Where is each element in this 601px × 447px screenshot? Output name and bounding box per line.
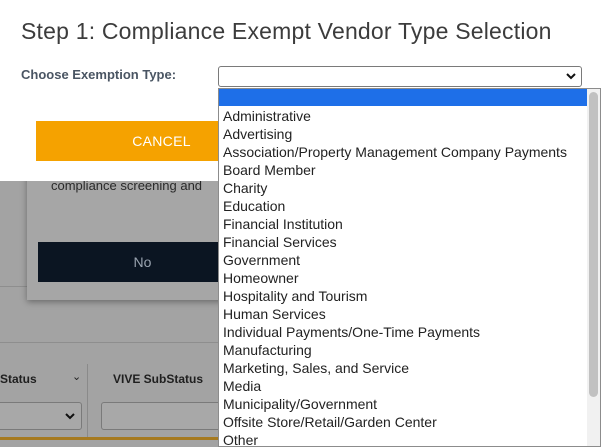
dropdown-option[interactable]: Other <box>219 431 588 446</box>
no-button[interactable]: No <box>38 242 247 282</box>
dropdown-option[interactable]: Financial Institution <box>219 215 588 233</box>
dropdown-option[interactable]: Board Member <box>219 161 588 179</box>
chevron-down-icon[interactable]: ⌄ <box>72 370 81 383</box>
chevron-down-icon <box>65 413 75 420</box>
dropdown-option-list: Administrative Advertising Association/Pro… <box>219 89 588 446</box>
exemption-type-select[interactable] <box>218 66 582 87</box>
dropdown-option[interactable]: Education <box>219 197 588 215</box>
vive-substatus-filter-select[interactable] <box>101 402 226 430</box>
dropdown-option[interactable]: Association/Property Management Company … <box>219 143 588 161</box>
dropdown-option[interactable]: Administrative <box>219 107 588 125</box>
filter-vive-substatus-label: VIVE SubStatus <box>113 372 204 386</box>
dropdown-option[interactable]: Financial Services <box>219 233 588 251</box>
dropdown-option[interactable] <box>219 89 588 106</box>
dropdown-option[interactable]: Hospitality and Tourism <box>219 287 588 305</box>
exemption-type-label: Choose Exemption Type: <box>21 67 177 82</box>
dropdown-option[interactable]: Human Services <box>219 305 588 323</box>
status-filter-select[interactable] <box>0 402 82 430</box>
dropdown-option[interactable]: Individual Payments/One-Time Payments <box>219 323 588 341</box>
chevron-down-icon <box>566 73 576 80</box>
dropdown-option[interactable]: Offsite Store/Retail/Garden Center <box>219 413 588 431</box>
exemption-type-dropdown: Administrative Advertising Association/Pro… <box>218 88 601 447</box>
scrollbar-thumb[interactable] <box>589 92 598 397</box>
dropdown-option[interactable]: Government <box>219 251 588 269</box>
dropdown-option[interactable]: Charity <box>219 179 588 197</box>
filter-status-label: Status <box>0 372 37 386</box>
dropdown-option[interactable]: Media <box>219 377 588 395</box>
dropdown-option[interactable]: Advertising <box>219 125 588 143</box>
dropdown-option[interactable]: Municipality/Government <box>219 395 588 413</box>
dropdown-scrollbar[interactable] <box>587 89 600 446</box>
modal-title: Step 1: Compliance Exempt Vendor Type Se… <box>21 18 552 44</box>
dropdown-option[interactable]: Marketing, Sales, and Service <box>219 359 588 377</box>
dropdown-option[interactable]: Homeowner <box>219 269 588 287</box>
dropdown-option[interactable]: Manufacturing <box>219 341 588 359</box>
